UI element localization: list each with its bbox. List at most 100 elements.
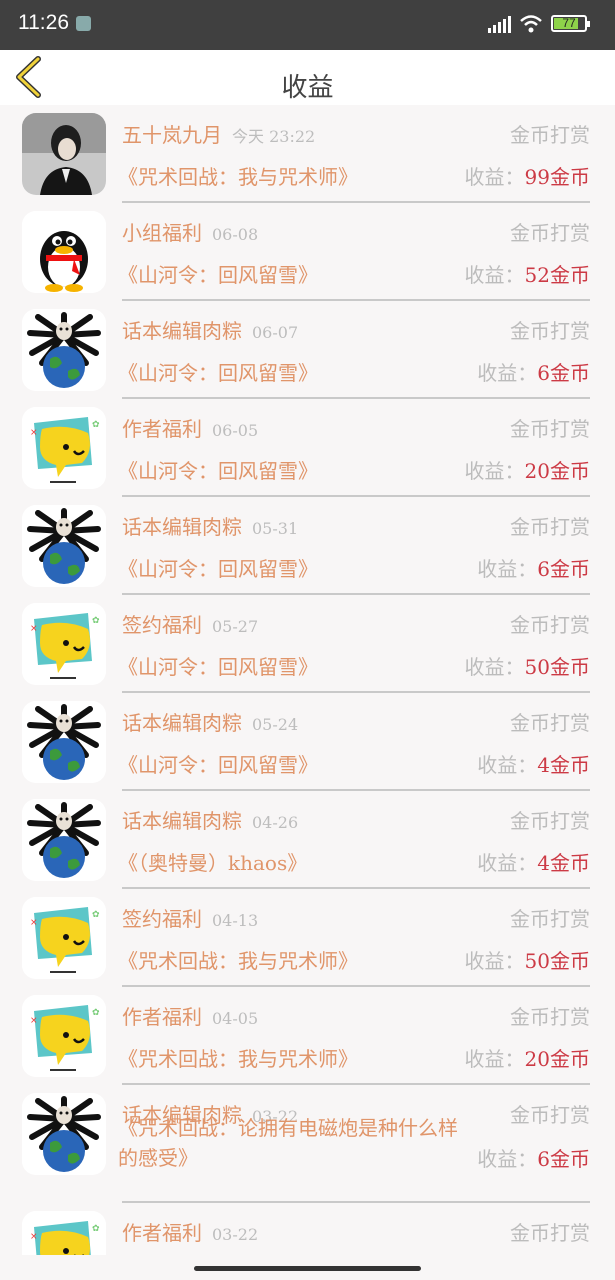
entry-type: 金币打赏 [510,711,590,735]
photo-avatar[interactable] [22,113,106,195]
entry-type: 金币打赏 [510,907,590,931]
book-title[interactable]: 《山河令：回风留雪》 [118,553,318,582]
earnings: 收益：20金币 [465,455,590,484]
list-item[interactable]: ×✿作者福利03-22金币打赏《咒术回战：论拥有电磁炮是种什 [0,1203,615,1255]
svg-text:✿: ✿ [92,1008,100,1018]
earnings-amount: 6金币 [537,361,590,385]
earnings: 收益：6金币 [477,1143,590,1172]
penguin-avatar[interactable] [22,211,106,293]
book-title[interactable]: 《咒术回战：我与咒术师》 [118,1043,358,1072]
svg-text:×: × [30,428,38,438]
entry-date: 05-31 [252,519,299,538]
sender-name: 话本编辑肉粽 06-07 [122,315,298,344]
sender-name: 作者福利 03-22 [122,1217,258,1246]
chat-avatar[interactable]: × ✿ [22,897,106,979]
earnings: 收益：4金币 [477,749,590,778]
battery-icon: 77 [551,15,590,32]
sender-name: 作者福利 06-05 [122,413,258,442]
earnings-amount: 6金币 [537,557,590,581]
globe-avatar[interactable] [22,1093,106,1175]
list-item[interactable]: 五十岚九月 今天 23:22 金币打赏 《咒术回战：我与咒术师》 收益：99金币 [0,105,615,203]
book-title[interactable]: 《咒术回战：我与咒术师》 [118,945,358,974]
book-title[interactable]: 《山河令：回风留雪》 [118,357,318,386]
book-title[interactable]: 《（奥特曼）khaos》 [118,847,307,876]
earnings: 收益：20金币 [465,1043,590,1072]
earnings: 收益：50金币 [465,651,590,680]
svg-text:✿: ✿ [92,616,100,626]
earnings-label: 收益： [477,851,538,875]
entry-date: 05-27 [212,617,259,636]
earnings-label: 收益： [477,557,538,581]
list-item[interactable]: 小组福利 06-08 金币打赏 《山河令：回风留雪》 收益：52金币 [0,203,615,301]
svg-text:×: × [30,1016,38,1026]
svg-text:×: × [30,1232,38,1242]
book-title[interactable]: 《山河令：回风留雪》 [118,259,318,288]
sender-name-text: 五十岚九月 [122,123,222,147]
earnings-amount: 50金币 [524,949,590,973]
earnings-amount: 6金币 [537,1147,590,1171]
globe-avatar[interactable] [22,309,106,391]
list-item[interactable]: × ✿ 签约福利 05-27 金币打赏 《山河令：回风留雪》 收益：50金币 [0,595,615,693]
entry-type: 金币打赏 [510,221,590,245]
earnings-label: 收益： [464,655,525,679]
entry-type: 金币打赏 [510,1221,590,1245]
sender-name: 话本编辑肉粽 05-24 [122,707,298,736]
list-item[interactable]: 话本编辑肉粽 06-07 金币打赏 《山河令：回风留雪》 收益：6金币 [0,301,615,399]
book-title[interactable]: 《山河令：回风留雪》 [118,749,318,778]
list-item[interactable]: × ✿ 作者福利 06-05 金币打赏 《山河令：回风留雪》 收益：20金币 [0,399,615,497]
earnings: 收益：50金币 [465,945,590,974]
list-item[interactable]: 话本编辑肉粽 05-31 金币打赏《山河令：回风留雪》 收益：6金币 [0,497,615,595]
home-indicator[interactable] [194,1266,421,1271]
sender-name-text: 签约福利 [122,907,202,931]
chat-avatar[interactable]: × ✿ [22,995,106,1077]
globe-avatar[interactable] [22,701,106,783]
battery-level: 77 [562,16,576,30]
sender-name: 五十岚九月 今天 23:22 [122,119,315,148]
list-item[interactable]: 话本编辑肉粽 05-24 金币打赏《山河令：回风留雪》 收益：4金币 [0,693,615,791]
earnings-amount: 52金币 [524,263,590,287]
signal-icon [488,16,511,33]
sender-name-text: 签约福利 [122,613,202,637]
earnings-amount: 4金币 [537,851,590,875]
earnings-label: 收益： [464,459,525,483]
entry-date: 04-26 [252,813,299,832]
entry-type: 金币打赏 [510,515,590,539]
sender-name-text: 话本编辑肉粽 [122,515,242,539]
earnings-label: 收益： [464,949,525,973]
earnings-label: 收益： [477,1147,538,1171]
chat-avatar[interactable]: × ✿ [22,407,106,489]
earnings: 收益：4金币 [477,847,590,876]
list-item[interactable]: × ✿ 签约福利 04-13 金币打赏《咒术回战：我与咒术师》 收益：50金币 [0,889,615,987]
sender-name: 话本编辑肉粽 05-31 [122,511,298,540]
book-title[interactable]: 《咒术回战：论拥有电磁炮是种什么样的感受》 [118,1113,458,1173]
earnings-label: 收益： [464,165,525,189]
list-item[interactable]: × ✿ 作者福利 04-05 金币打赏 《咒术回战：我与咒术师》 收益：20金币 [0,987,615,1085]
earnings-list: 五十岚九月 今天 23:22 金币打赏 《咒术回战：我与咒术师》 收益：99金币 小组福利… [0,105,615,1255]
entry-date: 05-24 [252,715,299,734]
sender-name-text: 作者福利 [122,417,202,441]
svg-text:✿: ✿ [92,910,100,920]
sender-name: 小组福利 06-08 [122,217,258,246]
app-header: 收益 [0,50,615,105]
earnings-label: 收益： [477,753,538,777]
entry-type: 金币打赏 [510,1005,590,1029]
entry-date: 03-22 [212,1225,259,1244]
globe-avatar[interactable] [22,799,106,881]
chat-avatar[interactable]: × ✿ [22,603,106,685]
book-title[interactable]: 《咒术回战：我与咒术师》 [118,161,358,190]
chat-avatar[interactable]: × ✿ [22,1211,106,1255]
book-title[interactable]: 《山河令：回风留雪》 [118,651,318,680]
svg-text:✿: ✿ [92,1224,100,1234]
earnings: 收益：6金币 [477,357,590,386]
earnings-amount: 50金币 [524,655,590,679]
entry-type: 金币打赏 [510,809,590,833]
earnings-amount: 20金币 [524,1047,590,1071]
list-item[interactable]: 话本编辑肉粽 04-26 金币打赏 《（奥特曼）khaos》 收益：4金币 [0,791,615,889]
sender-name: 签约福利 04-13 [122,903,258,932]
globe-avatar[interactable] [22,505,106,587]
earnings-amount: 4金币 [537,753,590,777]
list-item[interactable]: 话本编辑肉粽 03-22 金币打赏 《咒术回战：论拥有电磁炮是种什么样的感受》 收益：6… [0,1085,615,1203]
book-title[interactable]: 《山河令：回风留雪》 [118,455,318,484]
sender-name-text: 作者福利 [122,1221,202,1245]
svg-text:×: × [30,624,38,634]
